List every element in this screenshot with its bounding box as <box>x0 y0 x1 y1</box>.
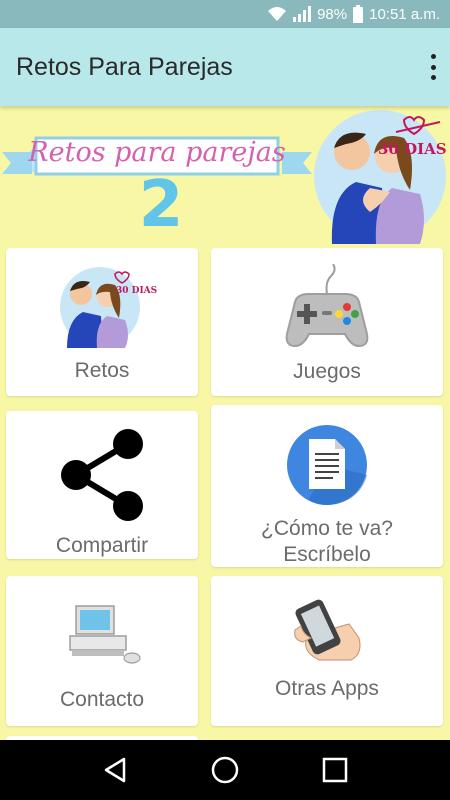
system-nav-bar <box>0 740 450 800</box>
retos-days-label: 30 DIAS <box>116 286 158 296</box>
app-title: Retos Para Parejas <box>16 52 233 81</box>
como-te-va-card[interactable]: ¿Cómo te va? Escríbelo <box>211 405 443 567</box>
banner-title: Retos para parejas <box>28 137 286 168</box>
home-icon[interactable] <box>205 750 245 790</box>
otras-apps-card[interactable]: Otras Apps <box>211 576 443 726</box>
banner-days-label: 30 DIAS <box>378 140 447 158</box>
couple-icon <box>314 110 446 244</box>
app-bar: Retos Para Parejas <box>0 28 450 106</box>
document-icon <box>287 425 367 505</box>
ribbon-tail-right <box>282 152 312 174</box>
juegos-label: Juegos <box>293 360 361 383</box>
overflow-menu-icon[interactable] <box>426 50 440 84</box>
header-banner: Retos para parejas 2 30 DIAS <box>0 106 450 248</box>
wifi-icon <box>267 6 287 22</box>
retos-card[interactable]: 30 DIAS Retos <box>6 248 198 396</box>
signal-icon <box>293 6 312 22</box>
contacto-label: Contacto <box>59 688 145 711</box>
recents-icon[interactable] <box>315 750 355 790</box>
status-bar: 98% 10:51 a.m. <box>0 0 450 28</box>
compartir-card[interactable]: Compartir <box>6 411 198 559</box>
back-icon[interactable] <box>95 750 135 790</box>
contacto-card[interactable]: Contacto <box>6 576 198 726</box>
como-te-va-label-line2: Escríbelo <box>283 543 371 566</box>
banner-number: 2 <box>138 168 184 242</box>
clock: 10:51 a.m. <box>369 5 440 23</box>
otras-apps-label: Otras Apps <box>275 677 379 700</box>
juegos-card[interactable]: Juegos <box>211 248 443 396</box>
share-icon <box>61 429 143 521</box>
phone-hand-icon <box>294 599 361 661</box>
compartir-label: Compartir <box>55 534 149 557</box>
couple-icon <box>60 267 140 348</box>
como-te-va-label-line1: ¿Cómo te va? <box>261 517 393 540</box>
battery-percent: 98% <box>317 5 348 23</box>
gamepad-icon <box>285 264 369 348</box>
retos-label: Retos <box>74 359 130 382</box>
battery-icon <box>353 5 364 23</box>
computer-icon <box>69 605 141 664</box>
